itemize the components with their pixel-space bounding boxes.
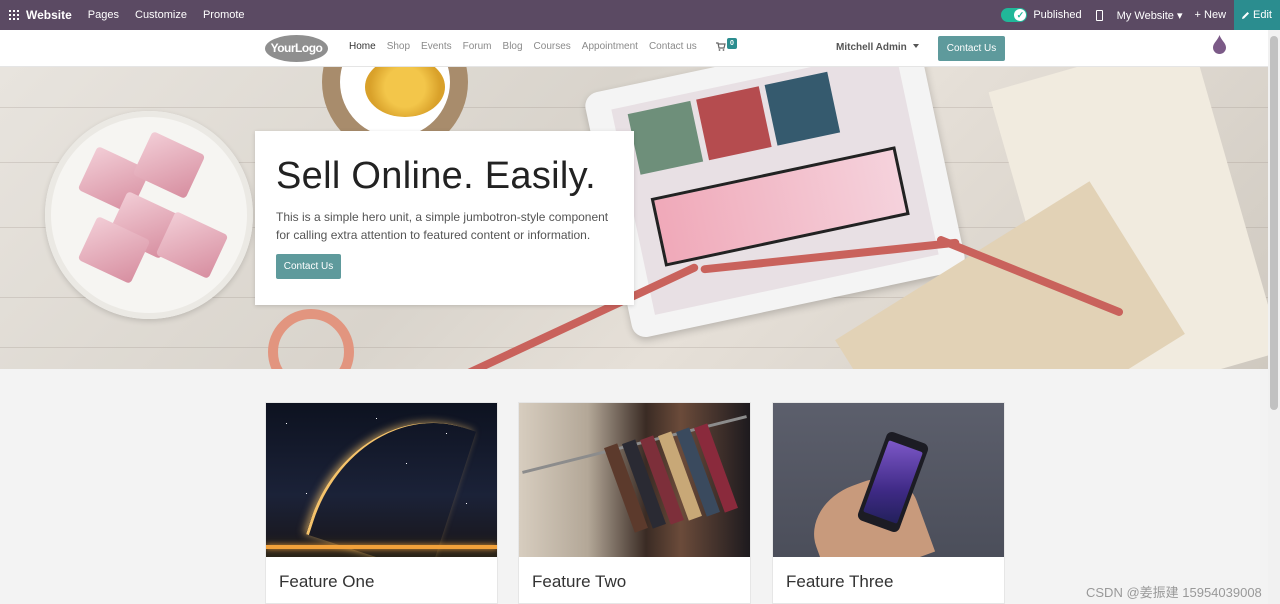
mobile-preview-icon[interactable] xyxy=(1095,9,1103,21)
menu-pages[interactable]: Pages xyxy=(88,9,119,21)
chevron-down-icon: ▾ xyxy=(1177,9,1183,22)
nav-home[interactable]: Home xyxy=(349,41,376,52)
nav-shop[interactable]: Shop xyxy=(387,41,410,52)
website-app-title[interactable]: Website xyxy=(26,8,72,22)
feature-card-two: Feature Two xyxy=(518,402,751,604)
smartphone-image xyxy=(773,403,1004,557)
edit-button[interactable]: Edit xyxy=(1234,0,1280,30)
pencil-icon xyxy=(1242,11,1250,19)
site-header: YourLogo Home Shop Events Forum Blog Cou… xyxy=(0,30,1268,67)
scrollbar-thumb[interactable] xyxy=(1270,36,1278,410)
hero-contact-us-button[interactable]: Contact Us xyxy=(276,254,341,279)
menu-customize[interactable]: Customize xyxy=(135,9,187,21)
cart-link[interactable]: 0 xyxy=(716,38,737,54)
menu-promote[interactable]: Promote xyxy=(203,9,245,21)
nav-blog[interactable]: Blog xyxy=(503,41,523,52)
rocket-launch-image xyxy=(266,403,497,557)
edit-label: Edit xyxy=(1253,9,1272,21)
caret-down-icon xyxy=(912,44,919,48)
header-contact-us-button[interactable]: Contact Us xyxy=(938,36,1005,61)
feature-title: Feature Two xyxy=(532,572,627,591)
website-switcher[interactable]: My Website ▾ xyxy=(1117,9,1183,22)
nav-events[interactable]: Events xyxy=(421,41,452,52)
hero-title: Sell Online. Easily. xyxy=(276,155,596,197)
user-name: Mitchell Admin xyxy=(836,42,907,53)
hero-section: Sell Online. Easily. This is a simple he… xyxy=(0,67,1268,369)
page-scrollbar[interactable] xyxy=(1268,30,1280,604)
watermark-text: CSDN @姜振建 15954039008 xyxy=(1086,585,1262,600)
published-toggle[interactable] xyxy=(1001,8,1028,22)
clothing-rack-image xyxy=(519,403,750,557)
main-menu: Home Shop Events Forum Blog Courses Appo… xyxy=(349,41,708,52)
theme-drop-icon[interactable] xyxy=(1212,34,1227,54)
published-label: Published xyxy=(1033,9,1082,21)
cart-count-badge: 0 xyxy=(727,38,737,49)
new-button[interactable]: + New xyxy=(1195,9,1227,21)
hero-description: This is a simple hero unit, a simple jum… xyxy=(276,210,609,242)
nav-contact-us[interactable]: Contact us xyxy=(649,41,697,52)
ribbon-spool-image xyxy=(268,309,354,369)
shopping-cart-icon xyxy=(716,42,726,51)
nav-courses[interactable]: Courses xyxy=(534,41,571,52)
site-logo[interactable]: YourLogo xyxy=(265,35,328,62)
hero-plate-image xyxy=(45,111,253,319)
hero-card: Sell Online. Easily. This is a simple he… xyxy=(255,131,634,305)
website-switcher-label: My Website xyxy=(1116,9,1174,22)
nav-appointment[interactable]: Appointment xyxy=(582,41,638,52)
website-admin-bar: Website Pages Customize Promote Publishe… xyxy=(0,0,1280,30)
feature-card-one: Feature One xyxy=(265,402,498,604)
feature-title: Feature Three xyxy=(786,572,894,591)
nav-forum[interactable]: Forum xyxy=(463,41,492,52)
apps-grid-icon[interactable] xyxy=(9,10,19,20)
feature-title: Feature One xyxy=(279,572,375,591)
user-menu[interactable]: Mitchell Admin xyxy=(836,42,919,53)
feature-card-three: Feature Three xyxy=(772,402,1005,604)
